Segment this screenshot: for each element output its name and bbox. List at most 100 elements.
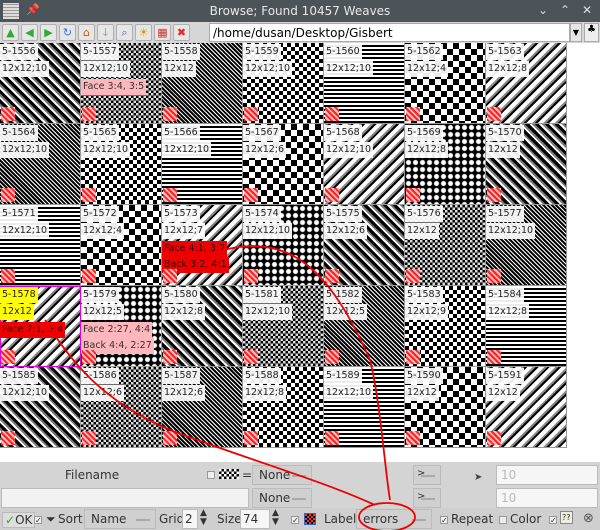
- minimize-icon[interactable]: ⌄: [538, 3, 548, 17]
- weave-thumbnail-icon: [1, 269, 15, 283]
- weave-cell[interactable]: 5-1585 12x12;10: [0, 367, 81, 448]
- size-input[interactable]: 74: [240, 509, 270, 529]
- refresh-icon[interactable]: ↻: [59, 24, 76, 41]
- sort-checkbox[interactable]: ✓: [34, 516, 42, 525]
- weave-id: 5-1557: [81, 44, 119, 60]
- mouse-cursor-icon: ➤: [474, 472, 483, 483]
- weave-cell[interactable]: 5-1562 12x12;4: [405, 43, 486, 124]
- quit-icon[interactable]: ⊗: [583, 511, 594, 526]
- weave-id: 5-1591: [486, 368, 524, 384]
- weave-id: 5-1580: [162, 287, 200, 303]
- palette-icon[interactable]: ▦: [154, 24, 171, 41]
- weave-cell[interactable]: 5-1579 12x12;5 Face 2:27, 4:4 Back 4:4, 2:2…: [81, 286, 162, 367]
- weave-thumbnail-icon: [1, 350, 15, 364]
- weave-cell[interactable]: 5-1591 12x12: [486, 367, 567, 448]
- weave-thumbnail-icon: [487, 107, 501, 121]
- weave-thumbnail-icon: [487, 269, 501, 283]
- weave-cell[interactable]: 5-1576 12x12: [405, 205, 486, 286]
- weave-size: 12x12;9: [405, 304, 449, 320]
- weave-cell[interactable]: 5-1581 12x12;10: [243, 286, 324, 367]
- filter-select-2[interactable]: None: [252, 488, 312, 508]
- filename-input[interactable]: [1, 488, 249, 508]
- delete-icon[interactable]: ✖: [173, 24, 190, 41]
- home-icon[interactable]: ⌂: [78, 24, 95, 41]
- weave-cell[interactable]: 5-1586 12x12;6: [81, 367, 162, 448]
- weave-cell[interactable]: 5-1557 12x12;10 Face 3:4, 3:5: [81, 43, 162, 124]
- forward-icon[interactable]: ▶: [40, 24, 57, 41]
- maximize-icon[interactable]: ⌃: [560, 3, 570, 17]
- weave-size: 12x12;10: [81, 61, 131, 77]
- weave-id: 5-1574: [243, 206, 281, 222]
- preview-icon[interactable]: ⌕: [116, 24, 133, 41]
- weave-cell[interactable]: 5-1590 12x12: [405, 367, 486, 448]
- pattern-match-checkbox[interactable]: [207, 471, 215, 479]
- filter-row-1: Filename = None > ➤ 10: [0, 462, 600, 488]
- weave-cell[interactable]: 5-1560 12x12;10: [324, 43, 405, 124]
- weave-cell[interactable]: 5-1565 12x12;10: [81, 124, 162, 205]
- weave-cell[interactable]: 5-1573 12x12;7 Face 4:1, 3:2 Back 3:2, 4:1: [162, 205, 243, 286]
- value-input-2[interactable]: 10: [496, 488, 598, 508]
- weave-cell[interactable]: 5-1564 12x12;10: [0, 124, 81, 205]
- weave-cell[interactable]: 5-1584 12x12;8: [486, 286, 567, 367]
- weave-size: 12x12;10: [0, 142, 50, 158]
- weave-cell[interactable]: 5-1566 12x12;10: [162, 124, 243, 205]
- weave-size: 12x12: [0, 304, 34, 320]
- ok-button[interactable]: ✓OK: [2, 512, 36, 528]
- help-checkbox[interactable]: ✓: [549, 516, 557, 525]
- weave-cell[interactable]: 5-1570 12x12: [486, 124, 567, 205]
- sort-icon[interactable]: ↓: [97, 24, 114, 41]
- weave-cell[interactable]: 5-1563 12x12;8: [486, 43, 567, 124]
- weave-cell[interactable]: 5-1583 12x12;9: [405, 286, 486, 367]
- ok-label: OK: [15, 513, 33, 527]
- weave-icon: [304, 513, 316, 525]
- weave-cell[interactable]: 5-1589 12x12;10: [324, 367, 405, 448]
- weave-id: 5-1586: [81, 368, 119, 384]
- weave-cell[interactable]: 5-1587 12x12;6: [162, 367, 243, 448]
- weave-grid[interactable]: 5-1556 12x12;10 5-1557 12x12;10 Face 3:4, 3:…: [0, 43, 567, 448]
- operator-select-2[interactable]: >: [413, 488, 441, 508]
- weave-size: 12x12: [486, 385, 520, 401]
- weave-thumbnail-icon: [406, 431, 420, 445]
- weave-thumbnail-icon: [487, 188, 501, 202]
- weave-thumbnail-icon: [244, 107, 258, 121]
- color-label: Color: [510, 512, 542, 526]
- path-input[interactable]: /home/dusan/Desktop/Gisbert: [209, 23, 570, 42]
- close-icon[interactable]: ✕: [582, 3, 592, 17]
- size-spinner-icon[interactable]: ▲ ▼: [272, 509, 279, 527]
- help-button[interactable]: ??: [560, 511, 573, 524]
- path-dropdown-icon[interactable]: ▼: [570, 23, 582, 42]
- repeat-checkbox[interactable]: ✓: [440, 516, 448, 525]
- back-icon[interactable]: ◀: [21, 24, 38, 41]
- operator-select-1[interactable]: >: [413, 465, 441, 485]
- weave-thumbnail-icon: [406, 188, 420, 202]
- weave-cell[interactable]: 5-1580 12x12;8: [162, 286, 243, 367]
- weave-cell[interactable]: 5-1582 12x12;5: [324, 286, 405, 367]
- value-input-1[interactable]: 10: [496, 465, 598, 485]
- weave-cell[interactable]: 5-1568 12x12;10: [324, 124, 405, 205]
- weave-id: 5-1562: [405, 44, 443, 60]
- label-select[interactable]: errors: [356, 509, 432, 529]
- pattern-icon: [219, 469, 239, 479]
- weave-cell[interactable]: 5-1569 12x12;8: [405, 124, 486, 205]
- grid-input[interactable]: 2: [182, 509, 198, 529]
- weave-cell[interactable]: 5-1574 12x12;10: [243, 205, 324, 286]
- weave-cell[interactable]: 5-1571 12x12;10: [0, 205, 81, 286]
- sort-by-select[interactable]: Name: [84, 509, 156, 529]
- color-checkbox[interactable]: [499, 516, 507, 524]
- filter-select-1[interactable]: None: [252, 465, 312, 485]
- image-icon[interactable]: ☀: [135, 24, 152, 41]
- up-icon[interactable]: ▲: [2, 24, 19, 41]
- weave-cell[interactable]: 5-1588 12x12;8: [243, 367, 324, 448]
- weave-cell[interactable]: 5-1556 12x12;10: [0, 43, 81, 124]
- weave-cell[interactable]: 5-1567 12x12;6: [243, 124, 324, 205]
- icon-checkbox[interactable]: ✓: [291, 516, 299, 525]
- grid-spinner-icon[interactable]: ▲ ▼: [200, 509, 207, 527]
- weave-cell[interactable]: 5-1577 12x12;10: [486, 205, 567, 286]
- weave-cell[interactable]: 5-1558 12x12: [162, 43, 243, 124]
- tree-icon[interactable]: ♣: [584, 23, 599, 42]
- weave-cell[interactable]: 5-1559 12x12;10: [243, 43, 324, 124]
- weave-cell[interactable]: 5-1572 12x12;4: [81, 205, 162, 286]
- weave-cell[interactable]: 5-1578 12x12 Face 7:1, 5:4: [0, 286, 81, 367]
- weave-thumbnail-icon: [82, 107, 96, 121]
- weave-cell[interactable]: 5-1575 12x12;6: [324, 205, 405, 286]
